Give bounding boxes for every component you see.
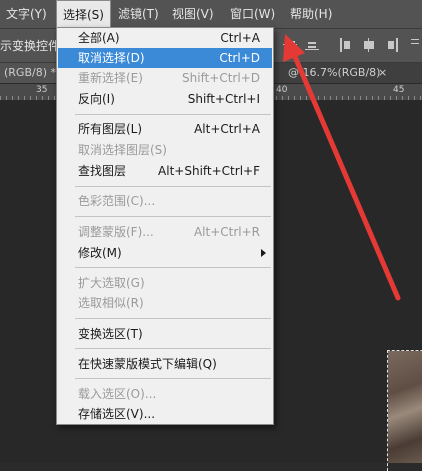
menu-item-reselect[interactable]: 重新选择(E) Shift+Ctrl+D <box>58 68 272 88</box>
menu-separator <box>75 186 271 187</box>
menu-separator <box>75 378 271 379</box>
distribute-center-icon[interactable] <box>362 37 376 53</box>
menu-view[interactable]: 视图(V) <box>166 0 220 28</box>
submenu-arrow-icon <box>261 249 266 257</box>
tab-close-icon[interactable]: × <box>378 66 387 79</box>
menu-type[interactable]: 文字(Y) <box>0 0 53 28</box>
distribute-left-icon[interactable] <box>338 37 352 53</box>
menu-select[interactable]: 选择(S) <box>56 0 111 28</box>
menu-item-refine-mask[interactable]: 调整蒙版(F)... Alt+Ctrl+R <box>58 222 272 242</box>
menu-bar: 文字(Y) 选择(S) 滤镜(T) 视图(V) 窗口(W) 帮助(H) <box>0 0 422 29</box>
menu-item-color-range[interactable]: 色彩范围(C)... <box>58 191 272 211</box>
menu-separator <box>75 216 271 217</box>
align-top-icon[interactable] <box>283 37 297 53</box>
ruler-label: 35 <box>36 85 48 95</box>
ruler-label: 45 <box>393 85 405 95</box>
distribute-right-icon[interactable] <box>386 37 400 53</box>
ruler-label: 40 <box>276 85 288 95</box>
menu-item-similar[interactable]: 选取相似(R) <box>58 293 272 313</box>
menu-item-find-layers[interactable]: 查找图层 Alt+Shift+Ctrl+F <box>58 161 272 181</box>
menu-item-save-selection[interactable]: 存储选区(V)... <box>58 404 272 424</box>
menu-separator <box>75 114 271 115</box>
menu-item-all-layers[interactable]: 所有图层(L) Alt+Ctrl+A <box>58 119 272 139</box>
document-tab-second[interactable]: @ 16.7%(RGB/8) <box>284 63 384 83</box>
menu-item-inverse[interactable]: 反向(I) Shift+Ctrl+I <box>58 89 272 109</box>
menu-separator <box>75 318 271 319</box>
menu-separator <box>75 348 271 349</box>
menu-item-modify[interactable]: 修改(M) <box>58 243 272 263</box>
menu-item-deselect-layers[interactable]: 取消选择图层(S) <box>58 140 272 160</box>
menu-item-transform-selection[interactable]: 变换选区(T) <box>58 324 272 344</box>
transform-controls-label: 示变换控件 <box>0 39 61 53</box>
menu-item-deselect[interactable]: 取消选择(D) Ctrl+D <box>58 48 272 68</box>
menu-item-quick-mask[interactable]: 在快速蒙版模式下编辑(Q) <box>58 354 272 374</box>
select-menu: 全部(A) Ctrl+A 取消选择(D) Ctrl+D 重新选择(E) Shif… <box>56 27 274 425</box>
menu-item-select-all[interactable]: 全部(A) Ctrl+A <box>58 28 272 48</box>
selection-marquee <box>387 350 422 471</box>
menu-item-load-selection[interactable]: 载入选区(O)... <box>58 384 272 404</box>
align-extra-icon[interactable] <box>410 37 422 53</box>
align-middle-icon[interactable] <box>305 37 319 53</box>
menu-filter[interactable]: 滤镜(T) <box>112 0 165 28</box>
menu-item-grow[interactable]: 扩大选取(G) <box>58 273 272 293</box>
menu-separator <box>75 267 271 268</box>
menu-help[interactable]: 帮助(H) <box>284 0 338 28</box>
menu-window[interactable]: 窗口(W) <box>224 0 281 28</box>
document-tab[interactable]: (RGB/8) * <box>0 63 60 83</box>
